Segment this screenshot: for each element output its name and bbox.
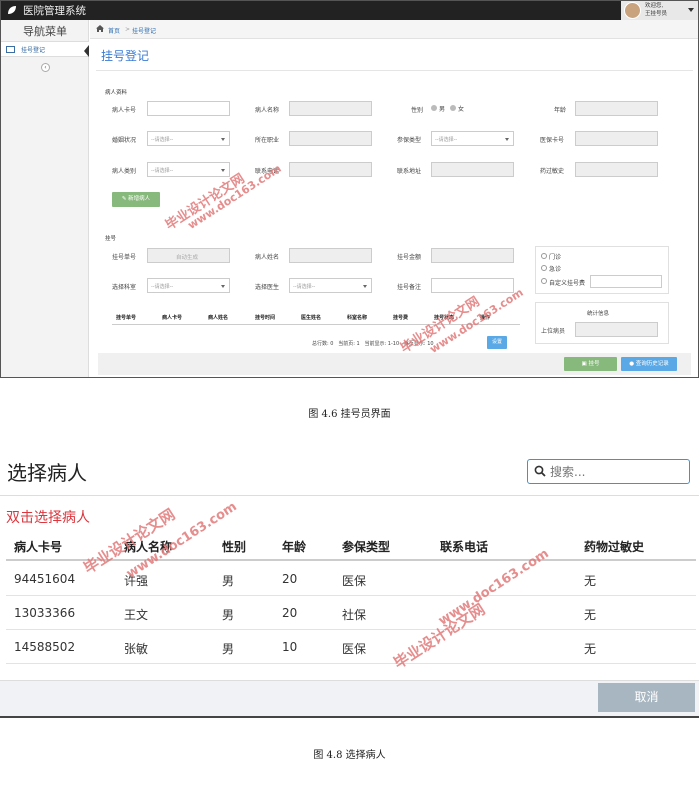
gender-label: 性别	[411, 107, 424, 114]
table-row[interactable]: 13033366 王文 男 20 社保 无	[6, 596, 696, 630]
page-title: 挂号登记	[101, 49, 150, 63]
patient-section-title: 病人资料	[105, 90, 128, 96]
collapse-sidebar-button[interactable]: ‹	[41, 63, 50, 72]
address-input[interactable]	[431, 162, 514, 177]
table-row[interactable]: 94451604 许强 男 20 医保 无	[6, 562, 696, 596]
caret-down-icon	[688, 8, 694, 12]
allergy-label: 药过敏史	[540, 168, 565, 175]
amount-label: 挂号金额	[397, 254, 422, 261]
age-label: 年龄	[554, 107, 567, 114]
gender-female-radio[interactable]	[450, 105, 456, 111]
address-label: 联系地址	[397, 168, 422, 175]
occupation-label: 所在职业	[255, 137, 280, 144]
reg-no-label: 挂号单号	[112, 254, 137, 261]
patient-type-label: 病人类别	[112, 168, 137, 175]
allergy-input[interactable]	[575, 162, 658, 177]
registrar-label: 上位病员	[541, 328, 566, 335]
column-header: 药物过敏史	[584, 540, 645, 554]
column-header: 年龄	[282, 540, 307, 554]
breadcrumb-home[interactable]: 首页	[108, 26, 120, 35]
emergency-radio[interactable]	[541, 265, 547, 271]
breadcrumb-current: 挂号登记	[132, 28, 157, 35]
amount-input[interactable]	[431, 248, 514, 263]
doctor-label: 选择医生	[255, 284, 280, 291]
dialog-footer	[0, 680, 699, 716]
search-icon	[534, 465, 546, 477]
column-header: 病人卡号	[14, 540, 63, 554]
figure1-caption: 图 4.6 挂号员界面	[308, 409, 391, 420]
custom-fee-radio[interactable]	[541, 278, 547, 284]
active-arrow-icon	[84, 45, 89, 57]
avatar	[624, 2, 641, 19]
doctor-select[interactable]: --请选择--	[289, 278, 372, 293]
outpatient-radio[interactable]	[541, 253, 547, 259]
table-row[interactable]: 14588502 张敏 男 10 医保 无	[6, 630, 696, 664]
divider	[96, 70, 693, 71]
reg-no-input[interactable]: 自动生成	[147, 248, 230, 263]
select-hint: 双击选择病人	[6, 510, 90, 526]
cancel-button[interactable]: 取消	[598, 683, 695, 712]
department-label: 选择科室	[112, 284, 137, 291]
patient-name-input[interactable]	[289, 248, 372, 263]
user-menu[interactable]: 欢迎您, 王挂号员	[621, 1, 698, 20]
home-icon	[96, 25, 104, 32]
occupation-input[interactable]	[289, 131, 372, 146]
marital-label: 婚姻状况	[112, 137, 137, 144]
top-bar: 医院管理系统 欢迎您, 王挂号员	[1, 1, 698, 20]
welcome-text: 欢迎您, 王挂号员	[645, 3, 668, 17]
column-header: 性别	[222, 540, 247, 554]
insurance-card-input[interactable]	[575, 131, 658, 146]
insurance-card-label: 医保卡号	[540, 137, 565, 144]
main-content: 首页 > 挂号登记 挂号登记 病人资料 病人卡号 病人名称 性别 男 女 年龄 …	[90, 20, 698, 377]
app-title: 医院管理系统	[23, 5, 86, 17]
gender-male-label: 男	[439, 106, 446, 113]
pager-set-button[interactable]: 设置	[487, 336, 507, 349]
emergency-label: 急诊	[549, 266, 562, 273]
name-input[interactable]	[289, 101, 372, 116]
gender-male-radio[interactable]	[431, 105, 437, 111]
sidebar-item-register[interactable]: 挂号登记	[1, 41, 89, 57]
custom-fee-label: 自定义挂号费	[549, 280, 586, 287]
outpatient-label: 门诊	[549, 254, 562, 261]
department-select[interactable]: --请选择--	[147, 278, 230, 293]
custom-fee-input[interactable]	[590, 275, 662, 288]
figure2-caption: 图 4.8 选择病人	[313, 750, 386, 761]
registration-screenshot: 医院管理系统 欢迎您, 王挂号员 导航菜单 挂号登记 ‹ 首页 > 挂号登记 挂号…	[0, 0, 699, 378]
registrar-input[interactable]	[575, 322, 658, 337]
name-label: 病人名称	[255, 107, 280, 114]
card-no-input[interactable]	[147, 101, 230, 116]
search-box[interactable]	[527, 459, 690, 484]
divider	[0, 495, 699, 496]
stats-title: 统计信息	[587, 311, 610, 317]
note-label: 挂号备注	[397, 284, 422, 291]
insurance-type-select[interactable]: --请选择--	[431, 131, 514, 146]
insurance-type-label: 参保类型	[397, 137, 422, 144]
card-no-label: 病人卡号	[112, 107, 137, 114]
register-button[interactable]: ▣ 挂号	[564, 357, 617, 371]
dialog-title: 选择病人	[7, 461, 87, 485]
age-input[interactable]	[575, 101, 658, 116]
select-patient-dialog: 选择病人 双击选择病人 病人卡号 病人名称 性别 年龄 参保类型 联系电话 药物…	[0, 434, 699, 718]
gender-female-label: 女	[458, 106, 465, 113]
breadcrumb-separator: >	[125, 26, 131, 33]
monitor-icon	[6, 46, 15, 53]
leaf-icon	[8, 6, 16, 14]
phone-input[interactable]	[289, 162, 372, 177]
breadcrumb: 首页 > 挂号登记	[90, 20, 698, 39]
add-patient-button[interactable]: ✎ 新增病人	[112, 192, 160, 207]
search-input[interactable]	[550, 463, 684, 480]
column-header: 参保类型	[342, 540, 391, 554]
column-header: 联系电话	[440, 540, 489, 554]
nav-title: 导航菜单	[23, 25, 67, 38]
marital-select[interactable]: --请选择--	[147, 131, 230, 146]
patient-name-label: 病人姓名	[255, 254, 280, 261]
register-section-title: 挂号	[105, 236, 117, 242]
sidebar: 导航菜单 挂号登记 ‹	[1, 20, 89, 377]
patient-type-select[interactable]: --请选择--	[147, 162, 230, 177]
history-button[interactable]: ● 查询历史记录	[621, 357, 677, 371]
